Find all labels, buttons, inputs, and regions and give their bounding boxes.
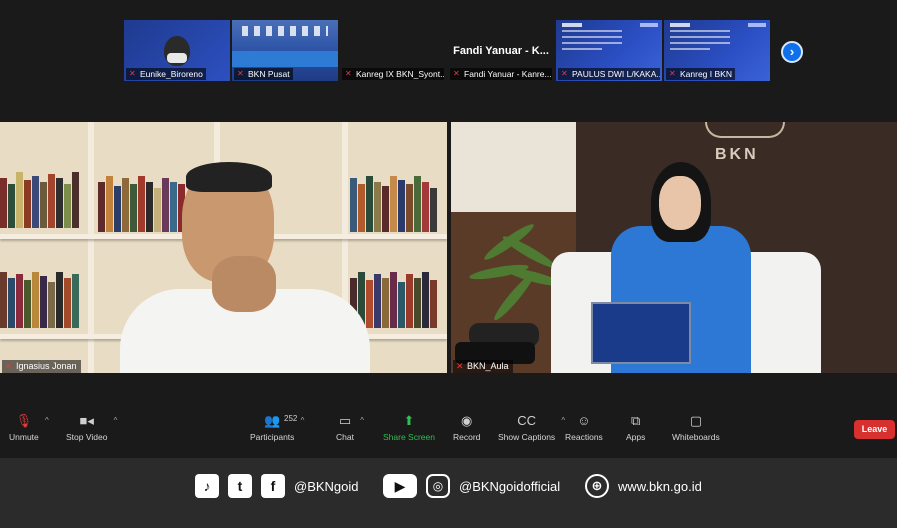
mic-muted-icon: ✕ xyxy=(669,69,676,78)
participants-button[interactable]: 👥 252 Participants ^ xyxy=(250,413,304,442)
participant-name-label: ✕ Fandi Yanuar - Kanre... xyxy=(450,68,552,80)
mic-muted-icon: ✕ xyxy=(456,361,464,371)
participant-name-label: ✕ PAULUS DWI L/KAKA... xyxy=(558,68,660,80)
record-button[interactable]: ◉ Record xyxy=(453,413,480,442)
participant-thumbnail-strip: ✕ Eunike_Biroreno ✕ BKN Pusat ✕ Kanreg IX B… xyxy=(124,20,770,81)
bkn-emblem xyxy=(705,122,785,138)
instagram-icon: ◎ xyxy=(426,474,450,498)
globe-icon: ⊕ xyxy=(585,474,609,498)
apps-icon: ⧉ xyxy=(631,413,641,428)
participant-name-label: ✕ Kanreg I BKN xyxy=(666,68,735,80)
whiteboards-button[interactable]: ▢ Whiteboards xyxy=(672,413,720,442)
chat-icon: ▭ xyxy=(338,413,352,428)
participant-name-label: ✕ Eunike_Biroreno xyxy=(126,68,206,80)
chat-button[interactable]: ▭ Chat ^ xyxy=(336,413,364,442)
participants-count: 252 xyxy=(284,414,298,423)
mic-muted-icon: ✕ xyxy=(129,69,136,78)
participant-name-label: ✕ BKN Pusat xyxy=(234,68,293,80)
participant-thumbnail[interactable]: ✕ Kanreg IX BKN_Syont... xyxy=(340,20,446,81)
stop-video-button[interactable]: ■◂ Stop Video ^ xyxy=(66,413,117,442)
speaker-video xyxy=(120,162,370,373)
tiktok-icon: ♪ xyxy=(195,474,219,498)
participant-name-label: ✕ Kanreg IX BKN_Syont... xyxy=(342,68,444,80)
laptop xyxy=(591,302,691,364)
participant-thumbnail[interactable]: ✕ Eunike_Biroreno xyxy=(124,20,230,81)
participant-thumbnail[interactable]: ✕ Kanreg I BKN xyxy=(664,20,770,81)
mic-off-icon: 🎙 xyxy=(15,413,33,428)
participant-thumbnail[interactable]: Fandi Yanuar - K... ✕ Fandi Yanuar - Kanr… xyxy=(448,20,554,81)
captions-icon: CC xyxy=(517,413,536,428)
apps-button[interactable]: ⧉ Apps xyxy=(626,413,645,442)
mic-muted-icon: ✕ xyxy=(453,69,460,78)
whiteboard-icon: ▢ xyxy=(689,413,702,428)
website-group: ⊕ www.bkn.go.id xyxy=(585,474,702,498)
chevron-up-icon[interactable]: ^ xyxy=(360,416,364,425)
social-handle-group: ♪ t f @BKNgoid xyxy=(195,474,359,498)
participant-thumbnail[interactable]: ✕ PAULUS DWI L/KAKA... xyxy=(556,20,662,81)
youtube-handle: @BKNgoidofficial xyxy=(459,478,561,494)
unmute-button[interactable]: 🎙 Unmute ^ xyxy=(9,413,49,442)
video-name-label: ✕ BKN_Aula xyxy=(453,360,513,373)
facebook-icon: f xyxy=(261,474,285,498)
share-screen-icon: ⬆ xyxy=(403,413,415,428)
meeting-toolbar: 🎙 Unmute ^ ■◂ Stop Video ^ 👥 252 Partici… xyxy=(0,405,897,450)
chevron-up-icon[interactable]: ^ xyxy=(301,416,305,425)
reactions-button[interactable]: ☺ Reactions xyxy=(565,413,603,442)
video-camera-icon: ■◂ xyxy=(79,413,94,428)
participant-display-name: Fandi Yanuar - K... xyxy=(453,44,549,57)
footer-banner: ♪ t f @BKNgoid ▶ ◎ @BKNgoidofficial ⊕ ww… xyxy=(0,458,897,528)
youtube-handle-group: ▶ ◎ @BKNgoidofficial xyxy=(383,474,560,498)
record-icon: ◉ xyxy=(461,413,473,428)
website-url: www.bkn.go.id xyxy=(618,478,702,494)
video-name-label: ✕ Ignasius Jonan xyxy=(2,360,81,373)
leave-button[interactable]: Leave xyxy=(854,420,895,439)
youtube-icon: ▶ xyxy=(383,474,417,498)
main-video-right: BKN ✕ BKN_Aula xyxy=(451,122,897,373)
mic-muted-icon: ✕ xyxy=(345,69,352,78)
twitter-icon: t xyxy=(228,474,252,498)
participant-thumbnail[interactable]: ✕ BKN Pusat xyxy=(232,20,338,81)
mic-muted-icon: ✕ xyxy=(561,69,568,78)
share-screen-button[interactable]: ⬆ Share Screen xyxy=(383,413,435,442)
smiley-icon: ☺ xyxy=(577,413,591,428)
chevron-up-icon[interactable]: ^ xyxy=(114,416,118,425)
next-page-arrow-icon[interactable]: › xyxy=(781,41,803,63)
mic-muted-icon: ✕ xyxy=(237,69,244,78)
social-handle: @BKNgoid xyxy=(294,478,359,494)
main-video-left: ✕ Ignasius Jonan xyxy=(0,122,447,373)
show-captions-button[interactable]: CC Show Captions ^ xyxy=(498,413,565,442)
mic-muted-icon: ✕ xyxy=(5,361,13,371)
bookshelf-books xyxy=(0,172,80,232)
chevron-up-icon[interactable]: ^ xyxy=(45,416,49,425)
